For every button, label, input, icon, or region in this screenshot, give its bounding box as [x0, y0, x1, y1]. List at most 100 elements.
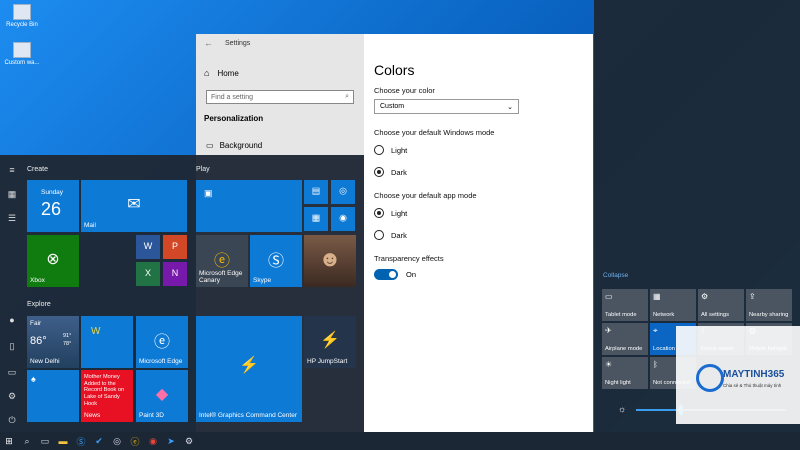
airplane-icon: ✈	[605, 326, 612, 335]
home-icon: ⌂	[204, 68, 210, 78]
desktop-icon-label: Custom wa...	[4, 60, 40, 66]
group-create: Create	[27, 166, 49, 173]
tile-skype[interactable]: Ⓢ Skype	[250, 235, 302, 287]
power-icon[interactable]: ⏻	[7, 415, 17, 425]
tile-label: Mail	[84, 221, 96, 229]
tile-camera[interactable]: ◉	[331, 207, 355, 231]
quick-action-tablet-mode[interactable]: ▭ Tablet mode	[602, 289, 648, 321]
window-title: Settings	[225, 39, 251, 47]
search-input[interactable]: Find a setting ⌕	[206, 90, 354, 104]
weather-temp: 86°	[30, 335, 47, 347]
tile-xbox[interactable]: ⊗ Xbox	[27, 235, 79, 287]
tile-groove[interactable]: ◎	[331, 180, 355, 204]
radio-windows-light[interactable]: Light	[374, 145, 583, 155]
transparency-toggle-row: On	[374, 269, 583, 280]
radio-button[interactable]	[374, 145, 384, 155]
tile-edge[interactable]: ⓔ Microsoft Edge	[136, 316, 188, 368]
picture-icon: ▭	[206, 141, 214, 150]
list-icon[interactable]: ☰	[7, 213, 17, 223]
gear-icon[interactable]: ⚙	[7, 391, 17, 401]
tile-news[interactable]: Mother Money Added to the Record Book on…	[81, 370, 133, 422]
quick-action-nearby-sharing[interactable]: ⇪ Nearby sharing	[746, 289, 792, 321]
pictures-icon[interactable]: ▭	[7, 367, 17, 377]
word-icon: W	[143, 241, 153, 252]
home-nav[interactable]: ⌂ Home	[196, 64, 364, 82]
hamburger-icon[interactable]: ≡	[7, 165, 17, 175]
tile-weather[interactable]: Fair 86° 91° 78° New Delhi	[27, 316, 79, 368]
onenote-icon: N	[171, 268, 179, 279]
tile-w-app[interactable]: W	[81, 316, 133, 368]
sun-icon: ☼	[618, 404, 627, 414]
quick-action-all-settings[interactable]: ⚙ All settings	[698, 289, 744, 321]
tile-paint3d[interactable]: ◆ Paint 3D	[136, 370, 188, 422]
color-dropdown[interactable]: Custom ⌄	[374, 99, 519, 114]
tile-word[interactable]: W	[136, 235, 160, 259]
quick-action-network[interactable]: ▦ Network	[650, 289, 696, 321]
watermark-tagline: Chia sẻ & Thủ thuật máy tính	[723, 383, 782, 388]
weather-low: 78°	[63, 341, 72, 347]
quick-action-airplane-mode[interactable]: ✈ Airplane mode	[602, 323, 648, 355]
recycle-bin-icon	[13, 4, 31, 20]
file-explorer-icon[interactable]: ▬	[54, 432, 72, 450]
tile-edge-canary[interactable]: ⓔ Microsoft Edge Canary	[196, 235, 248, 287]
tile-intel[interactable]: ⚡ Intel® Graphics Command Center	[196, 316, 302, 422]
desktop-icon-recycle-bin[interactable]: Recycle Bin	[0, 4, 44, 28]
settings-content: Colors Choose your color Custom ⌄ Choose…	[364, 34, 593, 434]
tile-photo[interactable]: ☻	[304, 235, 356, 287]
edge-canary-icon[interactable]: ⓔ	[126, 432, 144, 450]
weather-high: 91°	[63, 333, 72, 339]
tile-solitaire[interactable]: ♠	[27, 370, 79, 422]
radio-button[interactable]	[374, 230, 384, 240]
document-icon[interactable]: ▯	[7, 341, 17, 351]
transparency-toggle[interactable]	[374, 269, 398, 280]
nav-item-background[interactable]: ▭ Background	[196, 141, 364, 150]
tile-label: Xbox	[30, 276, 45, 284]
tile-play-folder[interactable]: ▣	[196, 180, 302, 232]
quick-action-label: All settings	[701, 312, 730, 318]
avatar[interactable]: ●	[7, 315, 17, 325]
app-mode-label: Choose your default app mode	[374, 191, 477, 200]
search-icon[interactable]: ⌕	[18, 432, 36, 450]
group-explore: Explore	[27, 301, 51, 308]
tile-onenote[interactable]: N	[163, 262, 187, 286]
quick-action-night-light[interactable]: ☀ Night light	[602, 357, 648, 389]
task-view-icon[interactable]: ▭	[36, 432, 54, 450]
telegram-icon[interactable]: ➤	[162, 432, 180, 450]
skype-icon[interactable]: Ⓢ	[72, 432, 90, 450]
news-headline: Mother Money Added to the Record Book on…	[84, 374, 125, 407]
back-arrow-icon[interactable]: ←	[204, 38, 213, 48]
chevron-down-icon: ⌄	[507, 103, 513, 111]
todo-icon[interactable]: ✔	[90, 432, 108, 450]
radio-windows-dark[interactable]: Dark	[374, 167, 583, 177]
radio-button[interactable]	[374, 167, 384, 177]
radio-app-dark[interactable]: Dark	[374, 230, 583, 240]
quick-action-label: Location	[653, 346, 675, 352]
tile-label: New Delhi	[30, 357, 60, 365]
radio-button[interactable]	[374, 208, 384, 218]
tiles-icon[interactable]: ▦	[7, 189, 17, 199]
desktop-icon-file[interactable]: Custom wa...	[0, 42, 44, 66]
toggle-state: On	[406, 270, 417, 279]
gear-icon[interactable]: ⚙	[180, 432, 198, 450]
tile-label: Intel® Graphics Command Center	[199, 411, 297, 419]
tile-mail[interactable]: ✉ Mail	[81, 180, 187, 232]
tile-movies[interactable]: ▤	[304, 180, 328, 204]
tile-powerpoint[interactable]: P	[163, 235, 187, 259]
tile-excel[interactable]: X	[136, 262, 160, 286]
taskbar: ⊞ ⌕ ▭ ▬ Ⓢ ✔ ◎ ⓔ ◉ ➤ ⚙	[0, 432, 800, 450]
edge-icon: ⓔ	[153, 333, 171, 351]
tile-label: HP JumpStart	[307, 357, 348, 365]
search-icon: ⌕	[345, 93, 349, 100]
tile-calendar[interactable]: Sunday 26	[27, 180, 79, 232]
chrome-icon[interactable]: ◉	[144, 432, 162, 450]
weather-condition: Fair	[30, 320, 42, 327]
tile-label: Paint 3D	[139, 411, 164, 419]
collapse-link[interactable]: Collapse	[603, 272, 628, 279]
person-photo-icon: ☻	[318, 245, 342, 271]
cards-icon: ♠	[31, 374, 36, 384]
steam-icon[interactable]: ◎	[108, 432, 126, 450]
tile-hp-jumpstart[interactable]: ⚡ HP JumpStart	[304, 316, 356, 368]
windows-start-icon[interactable]: ⊞	[0, 432, 18, 450]
tile-calculator[interactable]: ▦	[304, 207, 328, 231]
radio-app-light[interactable]: Light	[374, 208, 583, 218]
